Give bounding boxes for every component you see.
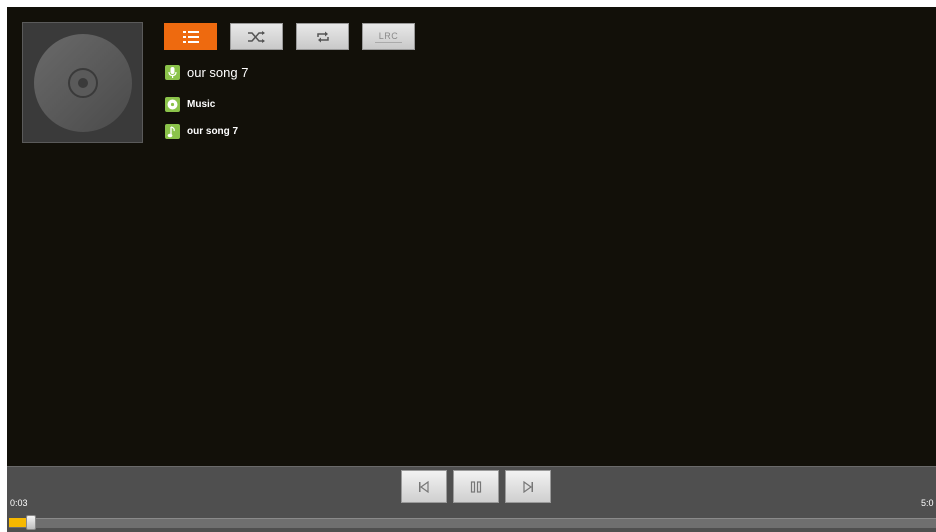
repeat-button[interactable]: [296, 23, 349, 50]
repeat-icon: [316, 31, 329, 42]
track-title-row: our song 7: [165, 65, 248, 80]
disc-icon: [165, 97, 180, 112]
track-title: our song 7: [187, 65, 249, 80]
next-icon: [523, 480, 533, 493]
artist-name: our song 7: [187, 126, 239, 137]
seek-progress: [9, 518, 26, 527]
seek-thumb[interactable]: [26, 515, 36, 530]
lyrics-label: LRC: [374, 31, 403, 43]
cd-disc-icon: [34, 34, 132, 132]
shuffle-button[interactable]: [230, 23, 283, 50]
player-screen: LRC our song 7 Music our song 7 0:03 5:0: [7, 7, 936, 532]
shuffle-icon: [247, 30, 265, 43]
total-time: 5:0: [921, 498, 934, 508]
seek-bar[interactable]: [9, 515, 936, 530]
music-note-icon: [165, 124, 180, 139]
album-name: Music: [187, 99, 216, 110]
pause-icon: [470, 480, 482, 493]
lyrics-button[interactable]: LRC: [362, 23, 415, 50]
album-row: Music: [165, 97, 215, 112]
playlist-button[interactable]: [164, 23, 217, 50]
previous-icon: [419, 480, 429, 493]
playback-bar: 0:03 5:0: [7, 466, 936, 532]
album-art: [22, 22, 143, 143]
artist-row: our song 7: [165, 124, 238, 139]
current-time: 0:03: [10, 498, 28, 508]
pause-button[interactable]: [453, 470, 499, 503]
next-button[interactable]: [505, 470, 551, 503]
previous-button[interactable]: [401, 470, 447, 503]
seek-track: [9, 518, 936, 528]
playlist-icon: [182, 30, 199, 43]
microphone-icon: [165, 65, 180, 80]
